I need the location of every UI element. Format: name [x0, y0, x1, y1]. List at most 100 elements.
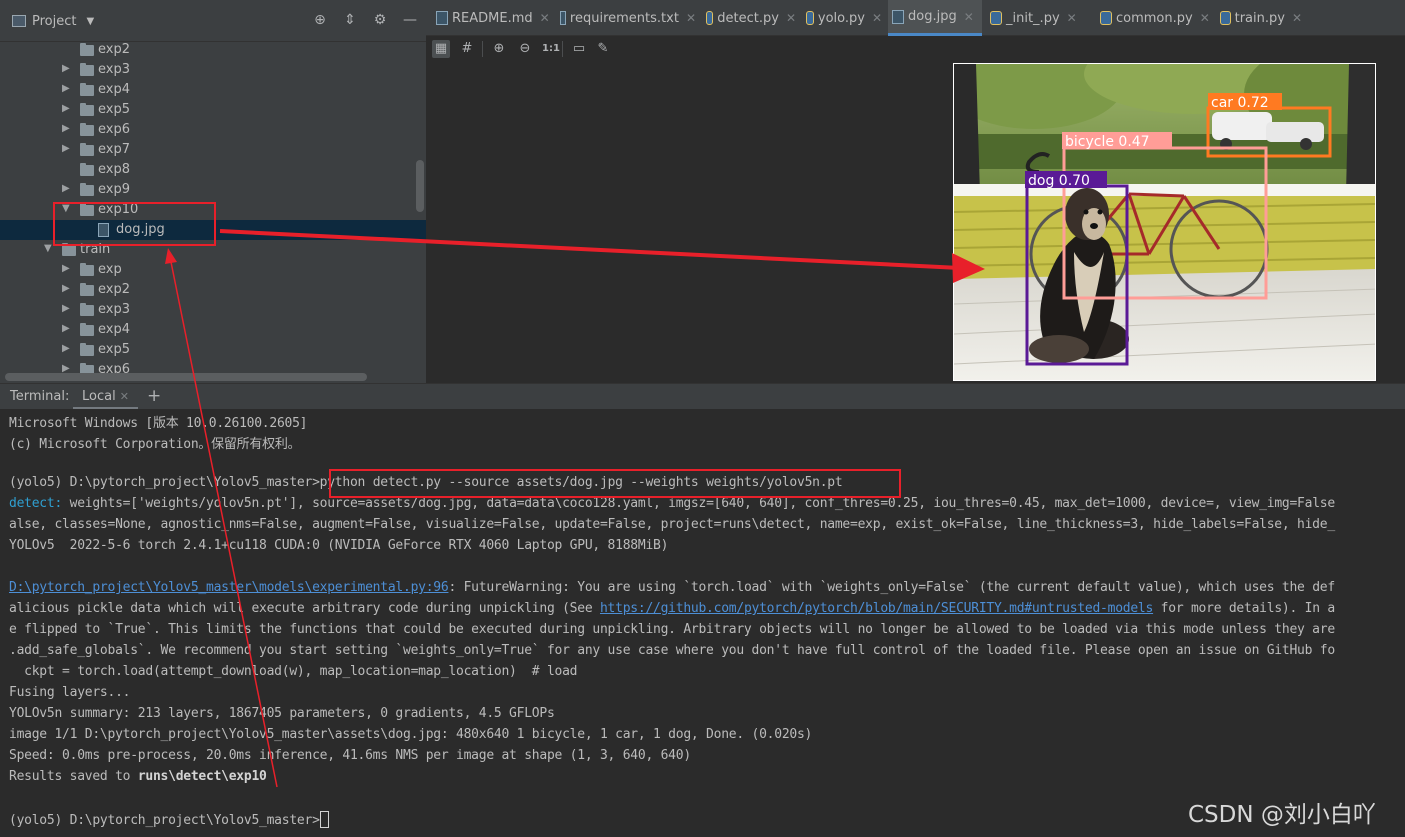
folder-icon: [80, 163, 94, 176]
editor-tab-bar: README.md ✕ requirements.txt ✕ detect.py ✕ yol…: [426, 0, 1405, 36]
folder-icon: [80, 63, 94, 76]
tree-item-label: exp8: [98, 162, 130, 177]
new-terminal-plus-icon[interactable]: +: [147, 386, 161, 406]
chevron-right-icon[interactable]: ▶: [62, 343, 72, 354]
terminal-link[interactable]: https://github.com/pytorch/pytorch/blob/…: [600, 601, 1153, 616]
editor-tab-label: common.py: [1116, 10, 1193, 26]
editor-tab[interactable]: README.md ✕: [432, 0, 550, 36]
tree-item-label: exp4: [98, 82, 130, 97]
editor-tab-label: dog.jpg: [908, 9, 957, 24]
image-viewer: car 0.72 bicycle 0.47 dog 0.70: [426, 62, 1405, 383]
grid-icon[interactable]: #: [458, 40, 476, 58]
editor-tab[interactable]: common.py ✕: [1096, 0, 1210, 36]
terminal-text: alicious pickle data which will execute …: [9, 601, 600, 616]
folder-icon: [80, 283, 94, 296]
chevron-right-icon[interactable]: ▶: [62, 83, 72, 94]
terminal-line: Results saved to runs\detect\exp10: [9, 769, 267, 790]
bicycle-detection-label: bicycle 0.47: [1065, 134, 1150, 150]
tree-folder-item[interactable]: ▶ exp2: [0, 280, 426, 300]
tree-folder-item[interactable]: ▶ exp9: [0, 180, 426, 200]
toolbar-separator: [562, 41, 563, 57]
close-icon[interactable]: ✕: [1200, 11, 1210, 25]
editor-tab-label: requirements.txt: [569, 10, 679, 26]
chevron-right-icon[interactable]: ▶: [62, 143, 72, 154]
tree-item-label: exp5: [98, 102, 130, 117]
collapse-icon[interactable]: ⇕: [342, 12, 358, 28]
chevron-right-icon[interactable]: ▶: [62, 303, 72, 314]
close-icon[interactable]: ✕: [120, 390, 129, 403]
chevron-right-icon[interactable]: ▶: [62, 63, 72, 74]
tree-folder-item[interactable]: ▶ exp3: [0, 300, 426, 320]
terminal-tool-bar: Terminal: Local ✕ +: [0, 383, 1405, 410]
terminal-line: D:\pytorch_project\Yolov5_master\models\…: [9, 580, 1335, 601]
terminal-text: YOLOv5 2022-5-6 torch 2.4.1+cu118 CUDA:0…: [9, 538, 669, 553]
folder-icon: [80, 123, 94, 136]
folder-icon: [80, 343, 94, 356]
close-icon[interactable]: ✕: [1067, 11, 1077, 25]
editor-tab[interactable]: _init_.py ✕: [986, 0, 1090, 36]
chevron-right-icon[interactable]: ▶: [62, 283, 72, 294]
chevron-right-icon[interactable]: ▶: [62, 103, 72, 114]
tree-folder-item[interactable]: ▶ exp3: [0, 60, 426, 80]
editor-tab-label: _init_.py: [1006, 10, 1060, 26]
tree-vertical-scrollbar[interactable]: [416, 160, 424, 212]
terminal-line: ckpt = torch.load(attempt_download(w), m…: [9, 664, 577, 685]
chevron-right-icon[interactable]: ▶: [62, 123, 72, 134]
tree-item-label: exp2: [98, 282, 130, 297]
dog-detection-label: dog 0.70: [1028, 173, 1090, 189]
tree-item-label: exp3: [98, 62, 130, 77]
tree-folder-item[interactable]: ▶ exp4: [0, 320, 426, 340]
detection-result-image: car 0.72 bicycle 0.47 dog 0.70: [953, 63, 1376, 381]
editor-tab[interactable]: yolo.py ✕: [802, 0, 882, 36]
chessboard-icon[interactable]: ▦: [432, 40, 450, 58]
project-header: Project ▼ ⊕ ⇕ ⚙ —: [0, 0, 426, 42]
editor-tab[interactable]: detect.py ✕: [702, 0, 796, 36]
tree-folder-item[interactable]: ▶ exp4: [0, 80, 426, 100]
tree-folder-item[interactable]: ▶ exp5: [0, 340, 426, 360]
zoom-out-icon[interactable]: ⊖: [516, 40, 534, 58]
img-file-icon: [892, 9, 904, 24]
close-icon[interactable]: ✕: [1292, 11, 1302, 25]
py-file-icon: [706, 11, 714, 25]
terminal-line: alse, classes=None, agnostic_nms=False, …: [9, 517, 1335, 538]
tree-folder-item[interactable]: ▶ exp7: [0, 140, 426, 160]
gear-icon[interactable]: ⚙: [372, 12, 388, 28]
tree-folder-item[interactable]: ▶ exp5: [0, 100, 426, 120]
folder-icon: [62, 243, 76, 256]
terminal-link[interactable]: D:\pytorch_project\Yolov5_master\models\…: [9, 580, 449, 595]
color-picker-icon[interactable]: ✎: [594, 40, 612, 58]
tree-item-label: exp5: [98, 342, 130, 357]
tree-folder-item[interactable]: ▶ exp: [0, 260, 426, 280]
close-icon[interactable]: ✕: [964, 10, 974, 24]
chevron-right-icon[interactable]: ▶: [62, 183, 72, 194]
terminal-text: Speed: 0.0ms pre-process, 20.0ms inferen…: [9, 748, 691, 763]
terminal-text: image 1/1 D:\pytorch_project\Yolov5_mast…: [9, 727, 813, 742]
project-view-selector[interactable]: Project ▼: [12, 11, 94, 31]
tree-folder-item[interactable]: exp8: [0, 160, 426, 180]
actual-size-icon[interactable]: 1:1: [542, 40, 560, 58]
close-icon[interactable]: ✕: [786, 11, 796, 25]
chevron-right-icon[interactable]: ▶: [62, 263, 72, 274]
tree-horizontal-scrollbar[interactable]: [5, 373, 367, 381]
image-toolbar: ▦ # ⊕ ⊖ 1:1 ▭ ✎: [426, 36, 1405, 62]
close-icon[interactable]: ✕: [872, 11, 882, 25]
terminal-tab-local[interactable]: Local ✕: [73, 384, 138, 410]
terminal-line: e flipped to `True`. This limits the fun…: [9, 622, 1335, 643]
crosshair-icon[interactable]: ⊕: [312, 12, 328, 28]
terminal-text: ckpt = torch.load(attempt_download(w), m…: [9, 664, 578, 679]
tree-folder-item[interactable]: ▶ exp6: [0, 120, 426, 140]
editor-tab[interactable]: train.py ✕: [1216, 0, 1302, 36]
project-title: Project: [32, 13, 77, 29]
fit-icon[interactable]: ▭: [570, 40, 588, 58]
close-icon[interactable]: ✕: [686, 11, 696, 25]
editor-tab[interactable]: dog.jpg ✕: [888, 0, 982, 36]
terminal-text: (yolo5) D:\pytorch_project\Yolov5_master…: [9, 475, 320, 490]
terminal-line: YOLOv5n summary: 213 layers, 1867405 par…: [9, 706, 555, 727]
close-icon[interactable]: ✕: [540, 11, 550, 25]
minimize-icon[interactable]: —: [402, 12, 418, 28]
zoom-in-icon[interactable]: ⊕: [490, 40, 508, 58]
terminal-text: Fusing layers...: [9, 685, 138, 700]
chevron-right-icon[interactable]: ▶: [62, 323, 72, 334]
editor-tab[interactable]: requirements.txt ✕: [556, 0, 696, 36]
tree-folder-item[interactable]: exp2: [0, 40, 426, 60]
